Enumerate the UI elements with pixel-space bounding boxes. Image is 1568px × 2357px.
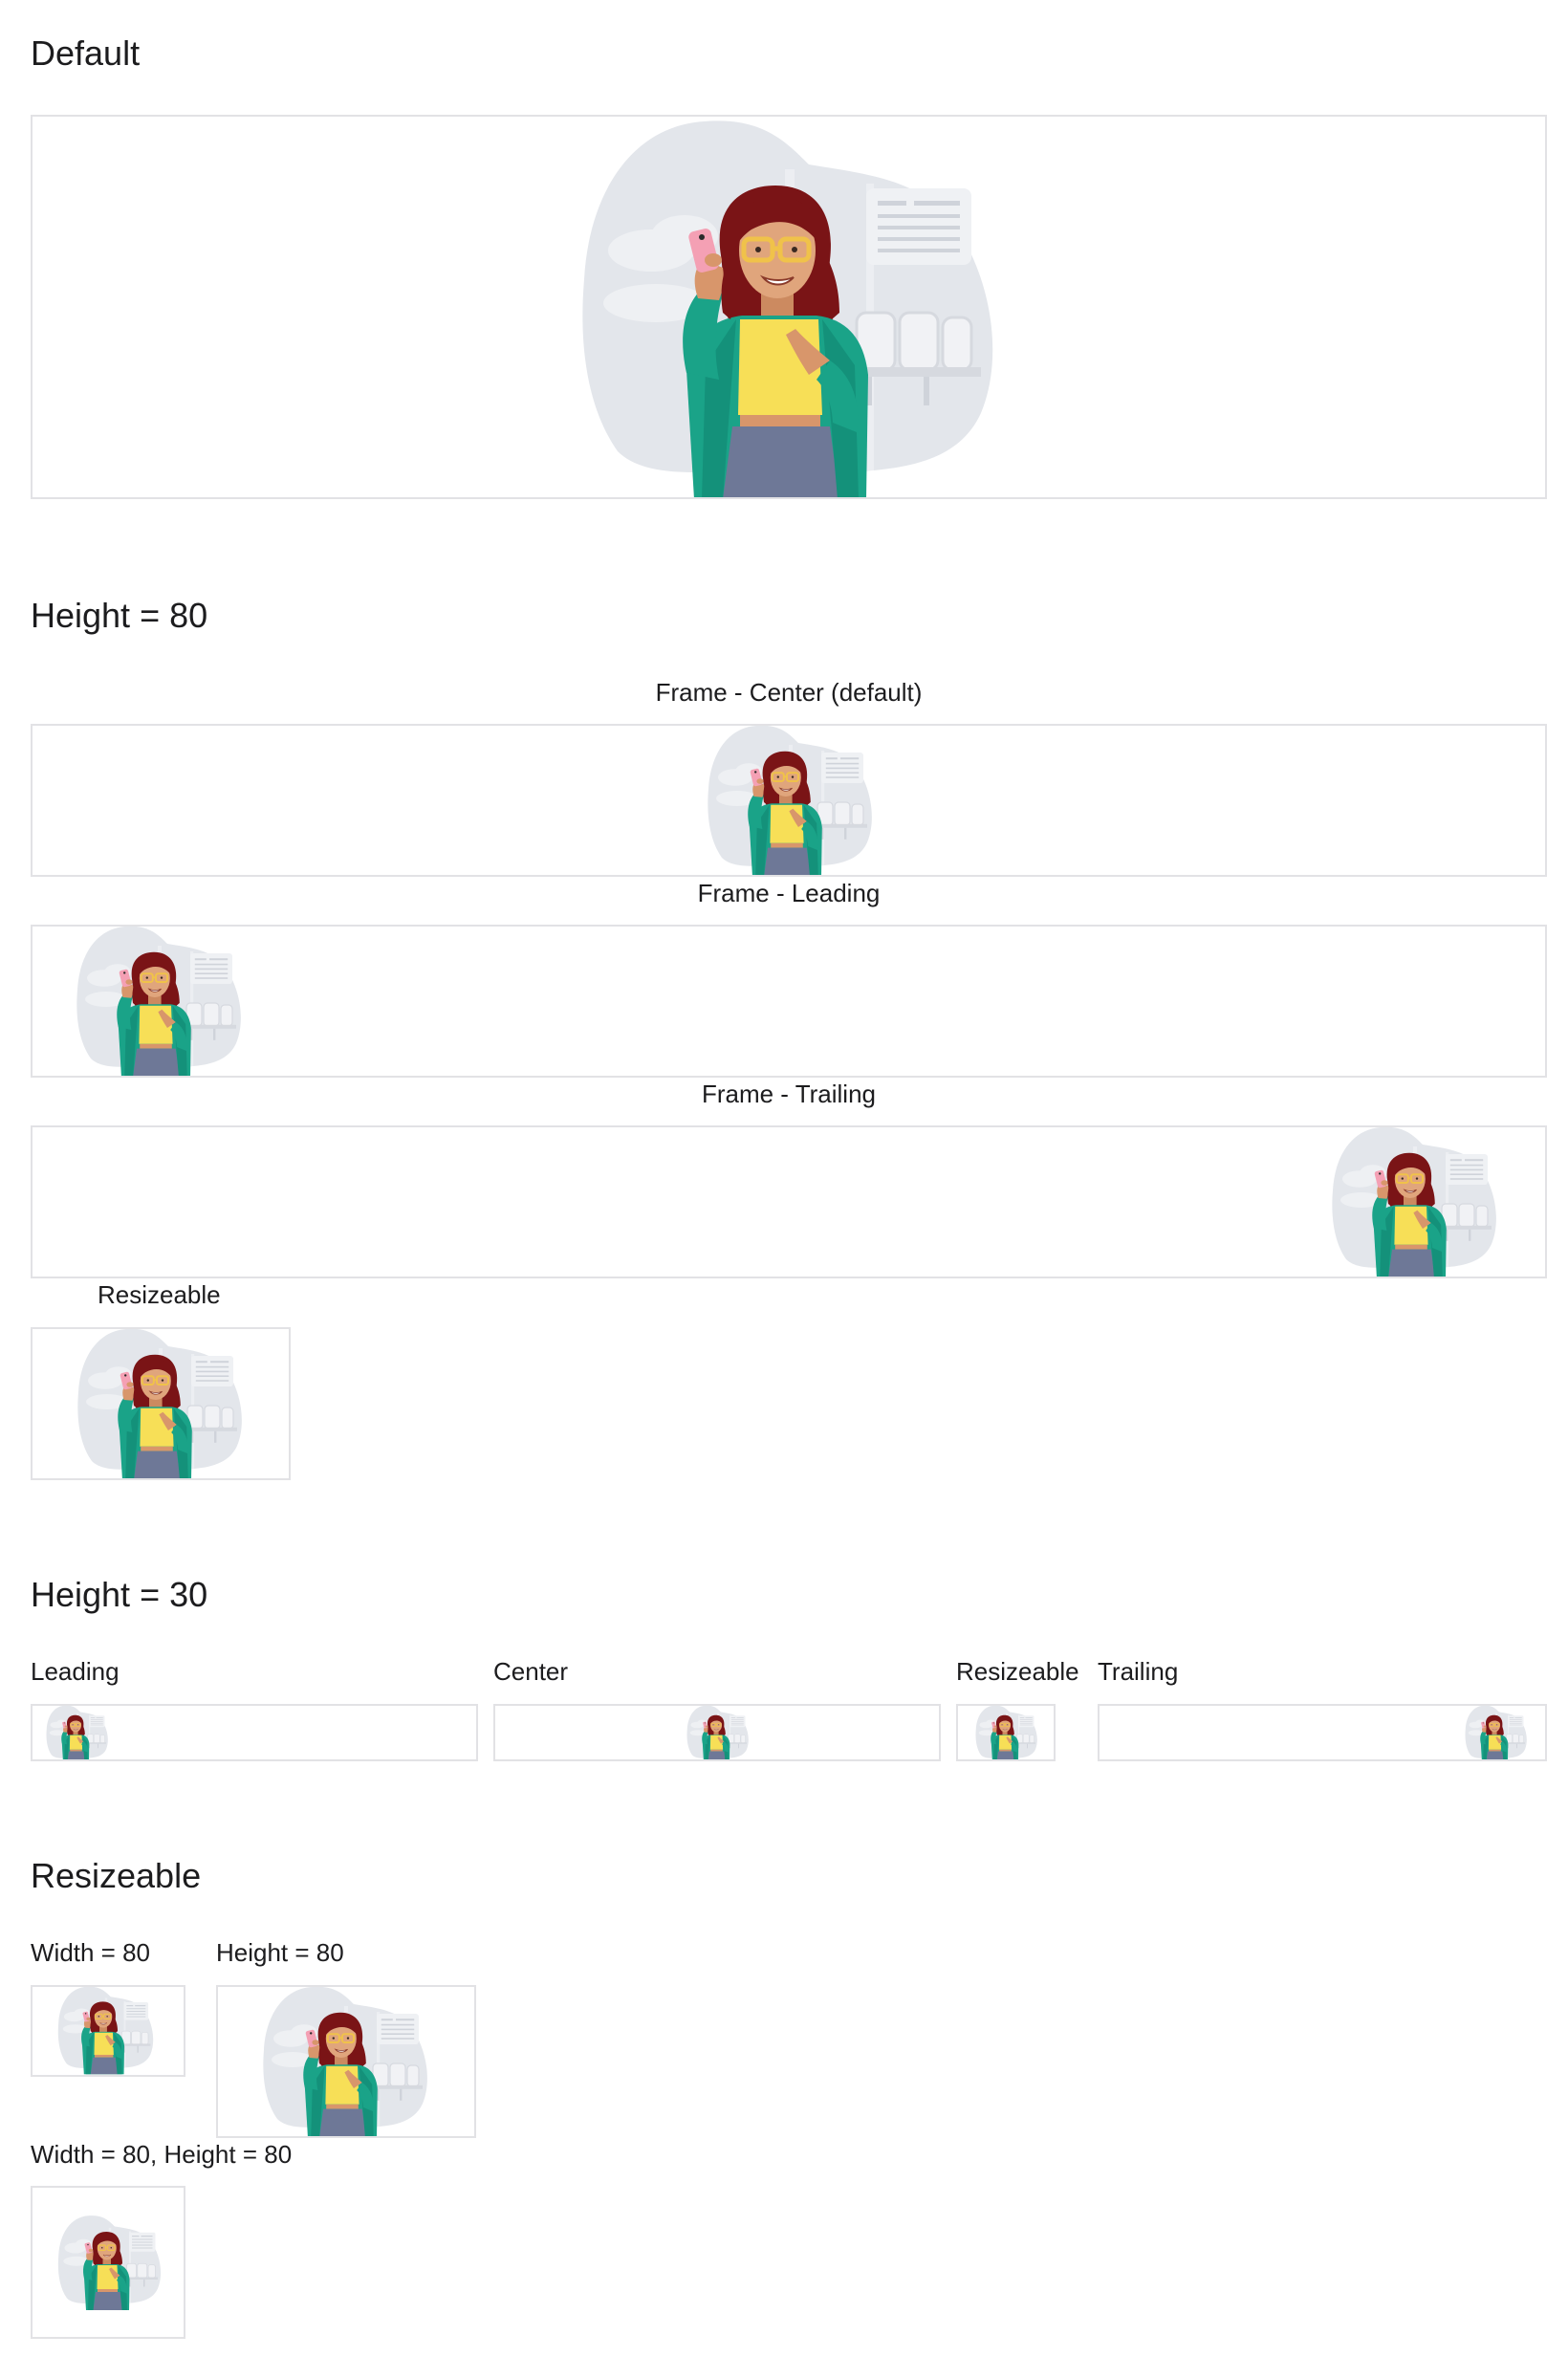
frame-center (31, 724, 1547, 877)
section-title-height-80: Height = 80 (31, 596, 208, 635)
section-title-height-30: Height = 30 (31, 1575, 208, 1614)
h30-resizeable-frame (956, 1704, 1056, 1761)
height-80-frame (216, 1985, 476, 2138)
woman-with-phone-illustration (262, 1985, 430, 2138)
woman-with-phone-illustration (975, 1705, 1038, 1761)
h30-trailing-frame (1098, 1704, 1547, 1761)
woman-with-phone-illustration (76, 925, 244, 1078)
woman-with-phone-illustration (707, 724, 875, 877)
frame-center-label: Frame - Center (default) (655, 678, 923, 707)
h30-leading-frame (31, 1704, 478, 1761)
width-height-80-label: Width = 80, Height = 80 (31, 2140, 293, 2169)
h30-center-label: Center (493, 1657, 569, 1686)
woman-with-phone-illustration (1331, 1125, 1499, 1278)
h30-resizeable-label: Resizeable (956, 1657, 1079, 1686)
section-title-resizeable: Resizeable (31, 1856, 202, 1895)
woman-with-phone-illustration (686, 1705, 750, 1761)
woman-with-phone-illustration (57, 1985, 155, 2075)
frame-leading-label: Frame - Leading (697, 879, 881, 907)
frame-leading (31, 925, 1547, 1078)
h30-center-frame (493, 1704, 941, 1761)
woman-with-phone-illustration (57, 2215, 163, 2310)
height-80-label: Height = 80 (216, 1938, 344, 1967)
illustration-demo-page: { "illustration": { "name": "woman-with-… (0, 0, 1568, 2357)
woman-with-phone-illustration (76, 1327, 245, 1480)
width-80-label: Width = 80 (31, 1938, 151, 1967)
frame-trailing (31, 1125, 1547, 1278)
h30-trailing-label: Trailing (1098, 1657, 1179, 1686)
woman-with-phone-illustration (46, 1705, 109, 1761)
section-title-default: Default (31, 33, 141, 73)
default-frame (31, 115, 1547, 499)
frame-resizeable (31, 1327, 291, 1480)
woman-with-phone-illustration (1465, 1705, 1528, 1761)
width-height-80-frame (31, 2186, 185, 2339)
frame-trailing-label: Frame - Trailing (701, 1080, 877, 1108)
width-80-frame (31, 1985, 185, 2077)
h30-leading-label: Leading (31, 1657, 120, 1686)
woman-with-phone-illustration (579, 117, 1000, 499)
frame-resizeable-label: Resizeable (98, 1280, 221, 1309)
